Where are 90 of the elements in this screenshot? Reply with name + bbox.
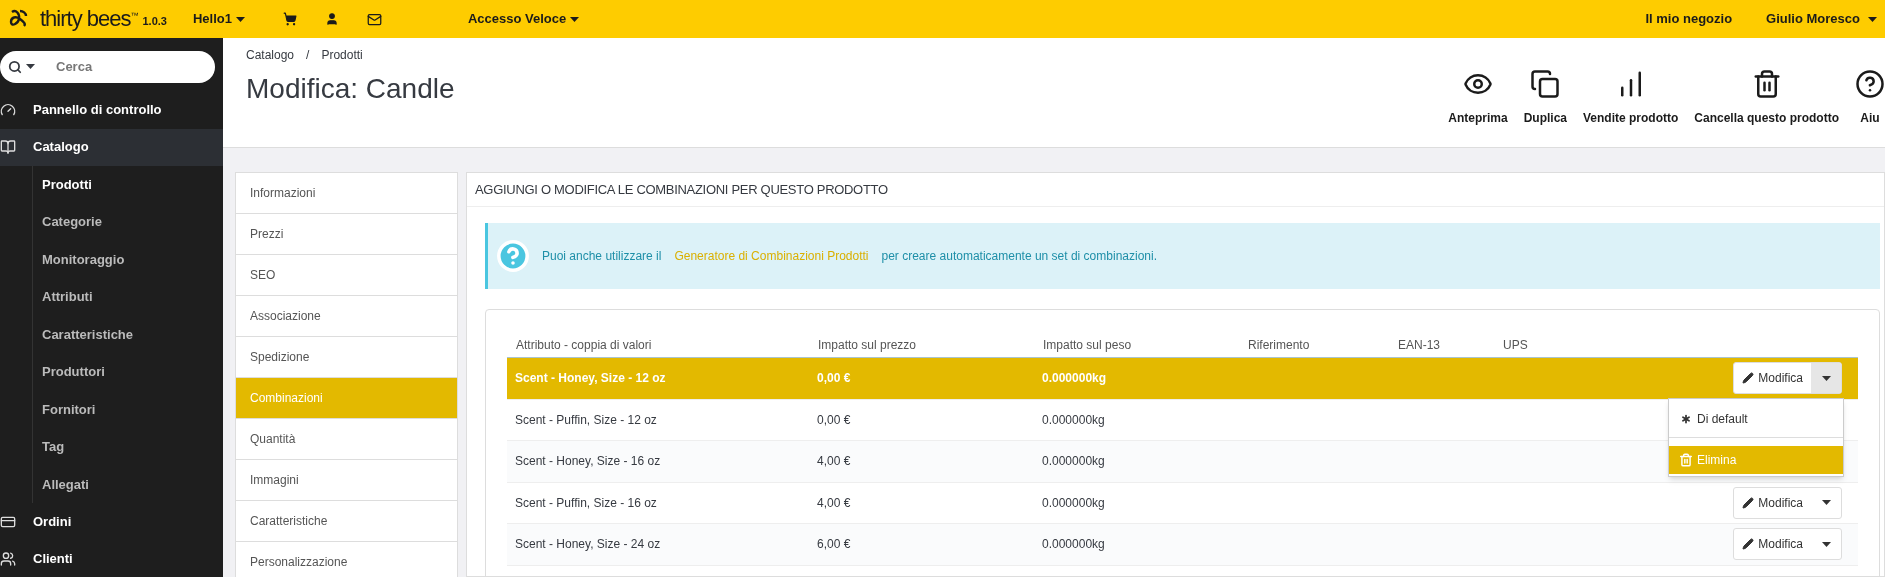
table-cell-text: 6,00 € <box>816 536 852 554</box>
product-tab[interactable]: Associazione <box>236 296 457 337</box>
toolbar-button[interactable]: Vendite prodotto <box>1583 69 1679 127</box>
pencil-icon <box>1742 372 1755 385</box>
quick-access-menu[interactable]: Accesso Veloce <box>468 9 580 29</box>
edit-button[interactable]: Modifica <box>1734 487 1811 518</box>
sidebar-item[interactable]: Clienti <box>0 540 223 577</box>
sidebar-item[interactable]: Ordini <box>0 503 223 540</box>
trash-icon <box>1679 453 1693 467</box>
sidebar-subitem[interactable]: Fornitori <box>33 390 223 428</box>
table-cell-text: Scent - Honey, Size - 12 oz <box>514 370 667 388</box>
help-icon <box>1855 69 1885 99</box>
book-icon <box>0 139 16 155</box>
table-cell-text: 0,00 € <box>816 411 852 429</box>
sidebar-subitem[interactable]: Tag <box>33 428 223 466</box>
sidebar-subitem[interactable]: Monitoraggio <box>33 240 223 278</box>
sidebar-subitem[interactable]: Caratteristiche <box>33 315 223 353</box>
copy-icon <box>1530 69 1561 99</box>
table-cell-text: 4,00 € <box>816 494 852 512</box>
caret-icon <box>26 64 35 70</box>
toolbar-button[interactable]: Aiu <box>1855 69 1885 127</box>
sidebar-subitem[interactable]: Attributi <box>33 278 223 316</box>
column-header: Riferimento <box>1247 337 1311 354</box>
sidebar-subitem[interactable]: Produttori <box>33 353 223 391</box>
user-icon[interactable] <box>325 12 339 26</box>
product-tab[interactable]: SEO <box>236 255 457 296</box>
sidebar-item[interactable]: Pannello di controllo <box>0 91 223 129</box>
table-cell-text: 4,00 € <box>816 453 852 471</box>
alert-text: Puoi anche utilizzare il <box>542 248 662 265</box>
panel-heading: AGGIUNGI O MODIFICA LE COMBINAZIONI PER QUESTO PRODOTTO <box>467 173 1884 207</box>
search-field[interactable]: Cerca <box>0 50 215 83</box>
edit-button[interactable]: Modifica <box>1734 363 1811 394</box>
dropdown-toggle[interactable] <box>1811 363 1841 394</box>
table-cell-text: 0.000000kg <box>1041 453 1106 471</box>
sidebar-item[interactable]: Catalogo <box>0 128 223 166</box>
caret-icon <box>570 16 580 22</box>
menu-item[interactable]: Di default <box>1669 401 1843 437</box>
asterisk-icon <box>1679 412 1693 426</box>
alert-text: per creare automaticamente un set di combinazioni. <box>881 248 1157 265</box>
column-header: Attributo - coppia di valori <box>515 337 653 354</box>
product-tab[interactable]: Quantità <box>236 419 457 460</box>
column-header: Impatto sul peso <box>1042 337 1133 354</box>
table-cell-text: 0.000000kg <box>1041 370 1108 388</box>
table-cell-text: 0.000000kg <box>1041 494 1106 512</box>
table-cell-text: Scent - Honey, Size - 16 oz <box>514 453 662 471</box>
caret-icon <box>236 16 245 22</box>
edit-button[interactable]: Modifica <box>1734 529 1811 560</box>
mail-icon[interactable] <box>367 11 382 27</box>
user-menu[interactable]: Giulio Moresco <box>1766 9 1877 29</box>
breadcrumb-link[interactable]: Prodotti <box>321 46 363 64</box>
column-header: EAN-13 <box>1397 337 1442 354</box>
caret-icon <box>1821 375 1831 381</box>
brand-name: thirty bees <box>40 8 131 30</box>
gauge-icon <box>0 102 16 118</box>
cart-icon[interactable] <box>283 12 297 26</box>
users-icon <box>0 550 16 567</box>
trademark: ™ <box>130 11 139 20</box>
toolbar-button[interactable]: Duplica <box>1523 69 1567 127</box>
toolbar-button[interactable]: Cancella questo prodotto <box>1694 69 1839 127</box>
help-icon <box>496 239 530 273</box>
pencil-icon <box>1742 496 1755 509</box>
table-cell-text: 0.000000kg <box>1041 536 1106 554</box>
caret-icon <box>1821 541 1831 547</box>
sidebar-subitem[interactable]: Prodotti <box>33 165 223 203</box>
table-cell-text: Scent - Puffin, Size - 12 oz <box>514 411 658 429</box>
table-cell-text: 0.000000kg <box>1041 411 1106 429</box>
product-tab[interactable]: Immagini <box>236 460 457 501</box>
shop-menu[interactable]: Hello1 <box>192 9 245 29</box>
sidebar-subitem[interactable]: Allegati <box>33 465 223 503</box>
sidebar-subitem[interactable]: Categorie <box>33 203 223 241</box>
table-cell-text: 0,00 € <box>816 370 852 388</box>
search-icon <box>8 59 22 74</box>
my-shop-link[interactable]: Il mio negozio <box>1645 9 1733 29</box>
pencil-icon <box>1742 538 1755 551</box>
version-label: 1.0.3 <box>142 13 167 29</box>
table-cell-text: Scent - Honey, Size - 24 oz <box>514 536 662 554</box>
product-tab[interactable]: Personalizzazione <box>236 542 457 577</box>
table-row[interactable]: Scent - Honey, Size - 24 oz 6,00 € 0.000000kg Modifica <box>507 524 1858 566</box>
table-cell-text: Scent - Puffin, Size - 16 oz <box>514 494 658 512</box>
column-header: Impatto sul prezzo <box>817 337 918 354</box>
product-tab[interactable]: Informazioni <box>236 173 457 214</box>
breadcrumb-link[interactable]: Catalogo <box>246 46 295 64</box>
toolbar-button[interactable]: Anteprima <box>1448 69 1508 127</box>
page-title: Modifica: Candle <box>246 72 455 106</box>
breadcrumb-separator: / <box>306 47 310 64</box>
product-tab[interactable]: Caratteristiche <box>236 501 457 542</box>
caret-icon <box>1821 500 1831 506</box>
caret-icon <box>1868 16 1877 22</box>
column-header: UPS <box>1502 337 1529 354</box>
product-tab[interactable]: Prezzi <box>236 214 457 255</box>
